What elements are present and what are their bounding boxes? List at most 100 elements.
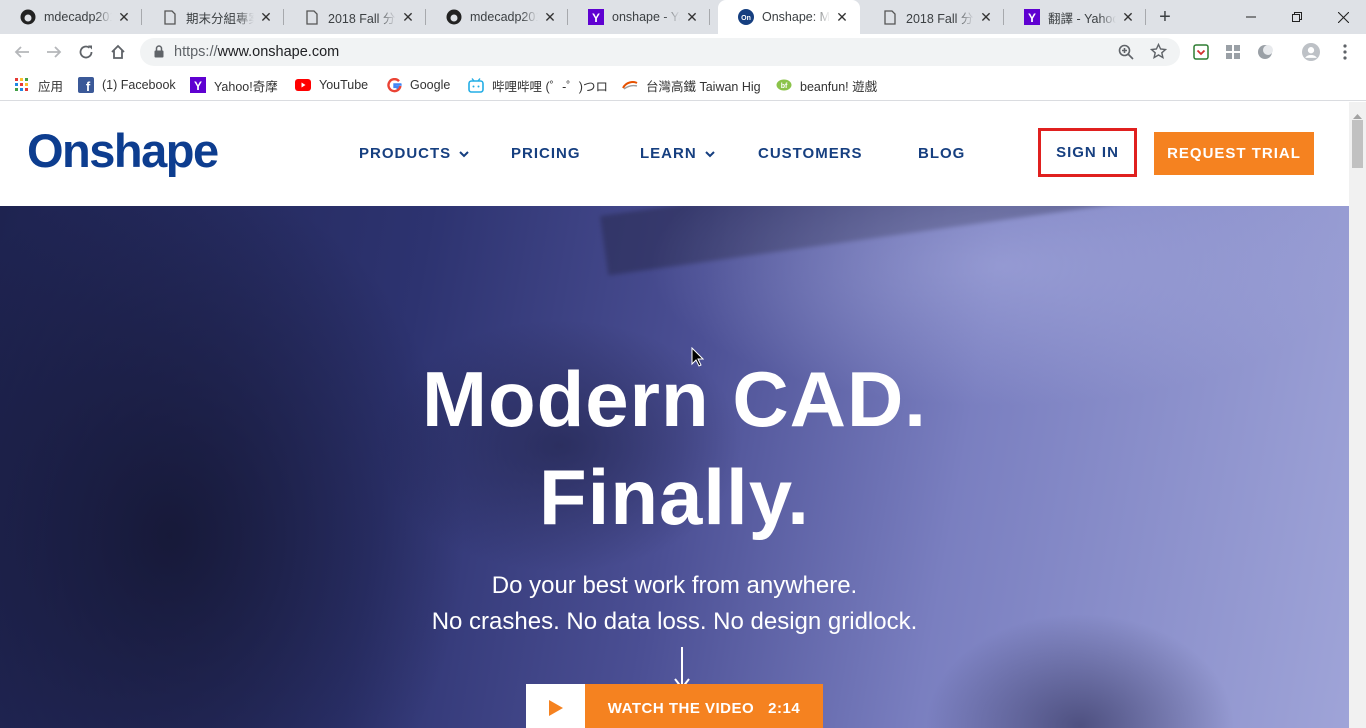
tab-strip: mdecadp2018 ✕ 期末分組專案 ✕ 2018 Fall 分組 ✕ md…	[0, 0, 1366, 34]
request-trial-button[interactable]: REQUEST TRIAL	[1154, 132, 1314, 175]
address-bar[interactable]: https://www.onshape.com	[140, 38, 1180, 66]
menu-kebab-icon[interactable]	[1336, 43, 1354, 61]
tab-title: 期末分組專案	[186, 11, 254, 26]
document-icon	[882, 9, 898, 25]
bookmark-label: YouTube	[319, 78, 369, 92]
svg-text:f: f	[86, 79, 91, 93]
bookmark-label: Yahoo!奇摩	[214, 79, 278, 94]
reload-button[interactable]	[74, 40, 98, 64]
profile-avatar[interactable]	[1302, 43, 1320, 61]
play-icon	[526, 684, 585, 728]
extension-pocket-icon[interactable]	[1192, 43, 1210, 61]
tab-title: 2018 Fall 分組	[328, 11, 396, 26]
browser-tab-active[interactable]: On Onshape: Modern CAD ✕	[718, 0, 860, 34]
scrollbar-thumb[interactable]	[1352, 120, 1363, 168]
close-icon[interactable]: ✕	[542, 9, 558, 25]
nav-products[interactable]: PRODUCTS	[359, 145, 469, 162]
close-window-button[interactable]	[1320, 0, 1366, 34]
bookmark-youtube[interactable]: YouTube	[295, 76, 368, 94]
close-icon[interactable]: ✕	[258, 9, 274, 25]
browser-tab[interactable]: mdecadp2018 ✕	[426, 0, 568, 34]
browser-tab[interactable]: 2018 Fall 分組 ✕	[862, 0, 1004, 34]
tab-title: mdecadp2018	[470, 10, 538, 24]
bookmark-apps[interactable]: 应用	[14, 76, 63, 94]
back-button[interactable]	[10, 40, 34, 64]
facebook-icon: f	[78, 77, 94, 93]
nav-label: PRODUCTS	[359, 145, 452, 162]
onshape-logo[interactable]: Onshape	[27, 123, 219, 178]
video-label: WATCH THE VIDEO	[607, 699, 755, 717]
browser-tab[interactable]: 2018 Fall 分組 ✕	[284, 0, 426, 34]
hero-section: Modern CAD. Finally. Do your best work f…	[0, 206, 1349, 728]
nav-label: PRICING	[511, 145, 581, 162]
nav-label: CUSTOMERS	[758, 145, 863, 162]
star-icon[interactable]	[1149, 42, 1168, 65]
bookmark-bilibili[interactable]: 哔哩哔哩 (゜-゜)つロ	[468, 76, 607, 94]
bookmark-google[interactable]: Google	[386, 76, 450, 94]
svg-text:Y: Y	[194, 79, 202, 93]
close-icon[interactable]: ✕	[116, 9, 132, 25]
home-button[interactable]	[106, 40, 130, 64]
web-page: Onshape PRODUCTS PRICING LEARN CUSTOMERS…	[0, 102, 1349, 728]
bookmark-facebook[interactable]: f (1) Facebook	[78, 76, 176, 94]
onshape-icon: On	[738, 9, 754, 25]
tab-title: 2018 Fall 分組	[906, 11, 974, 26]
minimize-button[interactable]	[1228, 0, 1274, 34]
lock-icon	[154, 45, 164, 63]
close-icon[interactable]: ✕	[684, 9, 700, 25]
nav-pricing[interactable]: PRICING	[511, 145, 581, 162]
video-duration: 2:14	[768, 699, 801, 717]
hero-subline-2: No crashes. No data loss. No design grid…	[431, 608, 918, 635]
browser-tab[interactable]: 期末分組專案 ✕	[142, 0, 284, 34]
close-icon[interactable]: ✕	[834, 9, 850, 25]
site-header: Onshape PRODUCTS PRICING LEARN CUSTOMERS…	[0, 102, 1349, 206]
restore-button[interactable]	[1274, 0, 1320, 34]
bilibili-icon	[468, 77, 484, 93]
watch-video-button[interactable]: WATCH THE VIDEO 2:14	[526, 684, 823, 728]
url-text: https://www.onshape.com	[174, 44, 339, 60]
sign-in-button[interactable]: SIGN IN	[1038, 128, 1137, 177]
chevron-down-icon	[704, 145, 715, 162]
nav-learn[interactable]: LEARN	[640, 145, 715, 162]
bookmark-thsr[interactable]: 台灣高鐵 Taiwan High	[622, 76, 760, 94]
thsr-icon	[622, 77, 638, 93]
beanfun-icon: bf	[776, 77, 792, 93]
forward-button[interactable]	[42, 40, 66, 64]
nav-blog[interactable]: BLOG	[918, 145, 965, 162]
browser-tab[interactable]: Y 翻譯 - Yahoo奇摩 ✕	[1004, 0, 1146, 34]
svg-text:bf: bf	[781, 83, 788, 90]
extension-grid-icon[interactable]	[1224, 43, 1242, 61]
document-icon	[304, 9, 320, 25]
bookmark-label: 哔哩哔哩 (゜-゜)つロ	[492, 79, 607, 94]
zoom-icon[interactable]	[1118, 44, 1134, 65]
bookmark-yahoo[interactable]: Y Yahoo!奇摩	[190, 76, 278, 94]
svg-text:Y: Y	[1028, 11, 1036, 25]
nav-label: BLOG	[918, 145, 966, 162]
new-tab-button[interactable]: +	[1153, 5, 1177, 29]
svg-text:Y: Y	[592, 11, 600, 25]
close-icon[interactable]: ✕	[400, 9, 416, 25]
bookmark-label: 应用	[38, 79, 64, 94]
browser-tab[interactable]: Y onshape - Yahoo ✕	[568, 0, 710, 34]
page-scrollbar[interactable]	[1349, 102, 1366, 728]
bookmark-label: Google	[410, 78, 451, 92]
bookmark-label: (1) Facebook	[102, 78, 176, 92]
yahoo-icon: Y	[588, 9, 604, 25]
bookmark-label: 台灣高鐵 Taiwan High	[646, 79, 760, 94]
close-icon[interactable]: ✕	[978, 9, 994, 25]
tab-title: Onshape: Modern CAD	[762, 10, 830, 24]
hero-headline-1: Modern CAD.	[422, 355, 927, 443]
bookmarks-bar: 应用 f (1) Facebook Y Yahoo!奇摩 YouTube Goo…	[0, 70, 1366, 101]
extension-moon-icon[interactable]	[1256, 43, 1274, 61]
yahoo-icon: Y	[1024, 9, 1040, 25]
nav-customers[interactable]: CUSTOMERS	[758, 145, 863, 162]
bookmark-label: beanfun! 遊戲	[800, 79, 878, 94]
yahoo-icon: Y	[190, 77, 206, 93]
nav-label: LEARN	[640, 145, 697, 162]
close-icon[interactable]: ✕	[1120, 9, 1136, 25]
bookmark-beanfun[interactable]: bf beanfun! 遊戲	[776, 76, 877, 94]
browser-tab[interactable]: mdecadp2018 ✕	[0, 0, 142, 34]
chevron-down-icon	[459, 145, 469, 162]
apps-grid-icon	[14, 77, 30, 93]
youtube-icon	[295, 77, 311, 93]
